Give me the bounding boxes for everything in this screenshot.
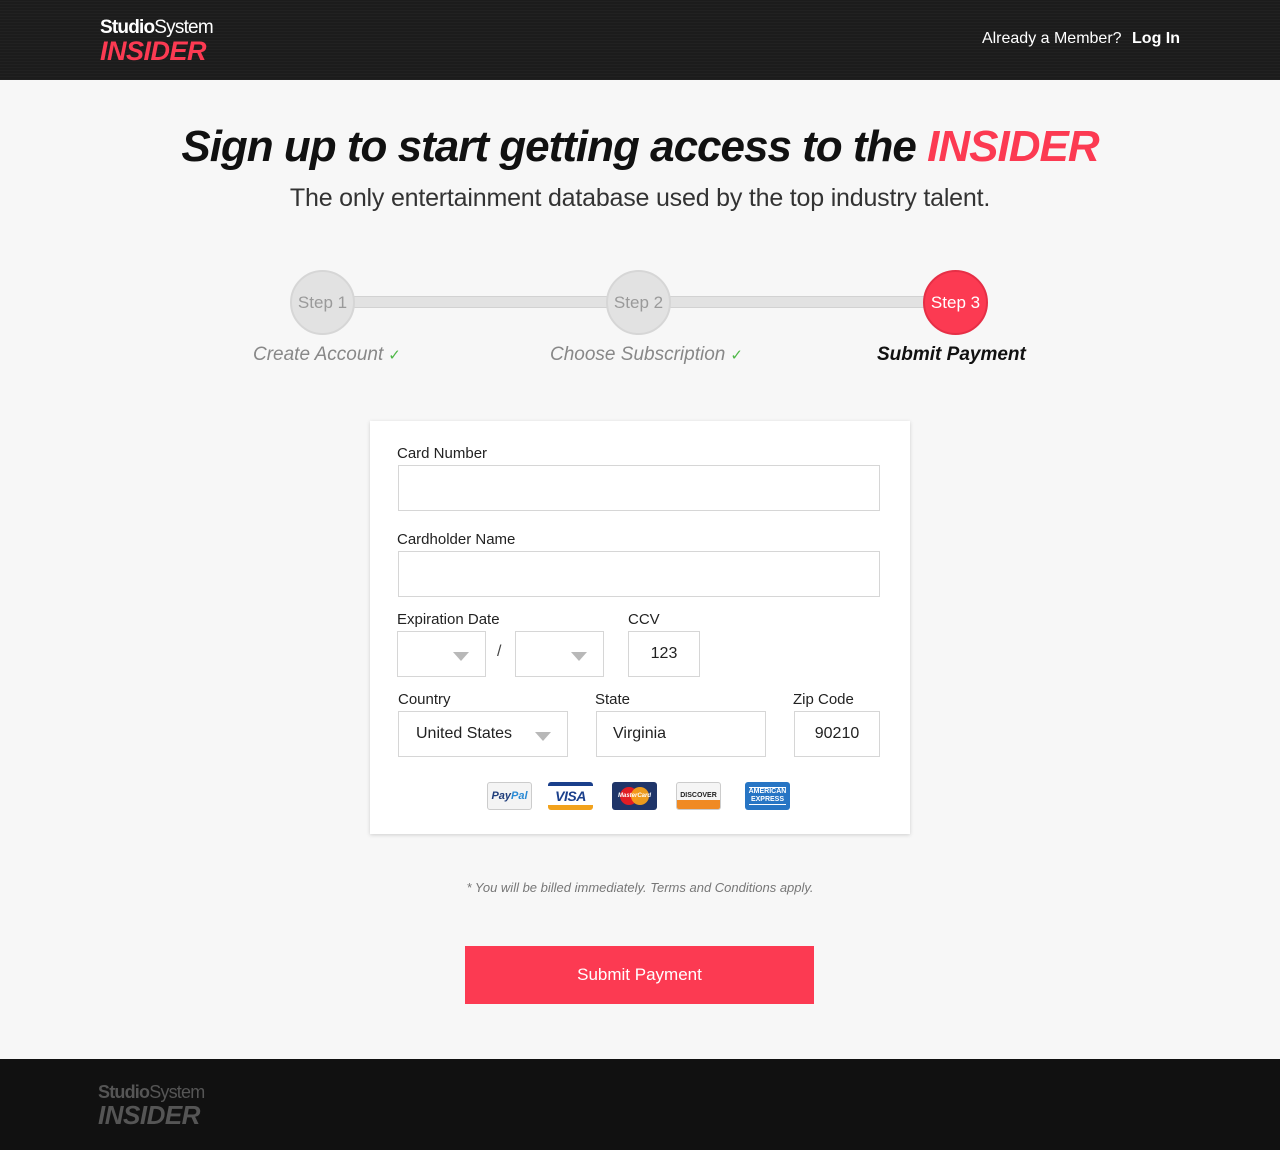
page-subtitle: The only entertainment database used by … bbox=[289, 184, 991, 212]
country-select[interactable]: United States bbox=[398, 711, 568, 757]
cardholder-name-input[interactable] bbox=[399, 552, 879, 596]
chevron-down-icon bbox=[535, 732, 551, 741]
discover-icon: DISCOVER NETWORK bbox=[676, 782, 721, 810]
step-3-label: Submit Payment bbox=[877, 344, 1026, 365]
card-number-field[interactable] bbox=[398, 465, 880, 511]
submit-payment-button[interactable]: Submit Payment bbox=[465, 946, 814, 1004]
footer-logo[interactable]: StudioSystem INSIDER bbox=[98, 1083, 205, 1128]
state-field[interactable] bbox=[596, 711, 766, 757]
progress-track-2 bbox=[668, 296, 926, 308]
step-1-circle: Step 1 bbox=[290, 270, 355, 335]
zip-code-label: Zip Code bbox=[793, 691, 854, 708]
cardholder-name-field[interactable] bbox=[398, 551, 880, 597]
card-number-label: Card Number bbox=[397, 445, 488, 462]
expiration-separator: / bbox=[497, 643, 502, 660]
state-label: State bbox=[595, 691, 631, 708]
american-express-icon: AMERICAN EXPRESS bbox=[745, 782, 790, 810]
studiosystem-insider-logo[interactable]: StudioSystem INSIDER bbox=[100, 18, 214, 65]
page-title: Sign up to start getting access to the I… bbox=[181, 122, 1099, 171]
step-1-label: Create Account ✓ bbox=[253, 344, 401, 365]
payment-form-card: Card Number Cardholder Name Expiration D… bbox=[370, 421, 910, 834]
member-text: Already a Member? bbox=[981, 30, 1122, 47]
member-prompt: Already a Member? Log In bbox=[982, 30, 1180, 48]
paypal-icon: Pay Pal bbox=[487, 782, 532, 810]
expiration-date-label: Expiration Date bbox=[397, 611, 500, 628]
top-header: StudioSystem INSIDER Already a Member? L… bbox=[0, 0, 1280, 80]
mastercard-icon: MasterCard bbox=[612, 782, 657, 810]
step-3-circle: Step 3 bbox=[923, 270, 988, 335]
zip-code-field[interactable] bbox=[794, 711, 880, 757]
state-input[interactable] bbox=[597, 712, 765, 756]
check-icon: ✓ bbox=[388, 347, 401, 364]
chevron-down-icon bbox=[453, 652, 469, 661]
ccv-label: CCV bbox=[628, 611, 660, 628]
country-label: Country bbox=[398, 691, 451, 708]
card-number-input[interactable] bbox=[399, 466, 879, 510]
progress-track-1 bbox=[352, 296, 608, 308]
zip-code-input[interactable] bbox=[795, 712, 879, 756]
login-link[interactable]: Log In bbox=[1132, 30, 1180, 47]
ccv-input[interactable] bbox=[629, 632, 699, 676]
expiration-month-select[interactable] bbox=[397, 631, 486, 677]
visa-icon: VISA bbox=[548, 782, 593, 810]
cardholder-name-label: Cardholder Name bbox=[397, 531, 516, 548]
step-2-label: Choose Subscription ✓ bbox=[550, 344, 743, 365]
billing-note: * You will be billed immediately. Terms … bbox=[466, 880, 814, 895]
step-2-circle: Step 2 bbox=[606, 270, 671, 335]
chevron-down-icon bbox=[571, 652, 587, 661]
check-icon: ✓ bbox=[730, 347, 743, 364]
ccv-field[interactable] bbox=[628, 631, 700, 677]
expiration-year-select[interactable] bbox=[515, 631, 604, 677]
